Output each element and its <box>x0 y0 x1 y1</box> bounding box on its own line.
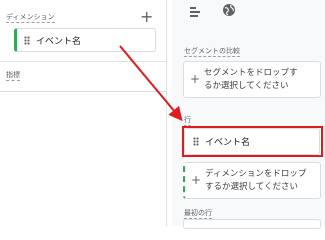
annotation-arrow <box>119 45 183 122</box>
